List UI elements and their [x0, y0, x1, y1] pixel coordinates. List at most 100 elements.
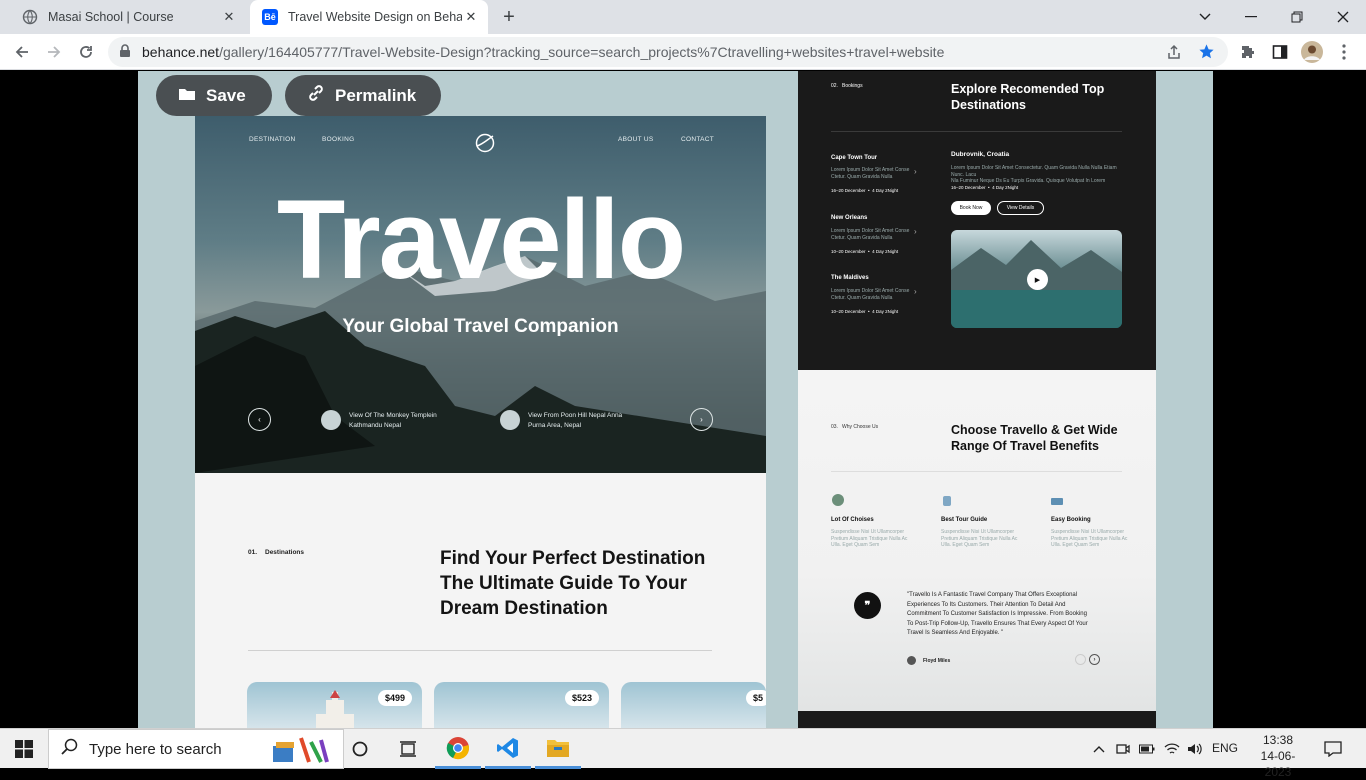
dates: 16–20 December: [831, 188, 866, 193]
desc-line: Ctetur. Quam Gravida Nulla: [831, 234, 893, 241]
back-icon[interactable]: [10, 40, 34, 64]
battery-icon[interactable]: [1138, 729, 1156, 769]
close-tab-icon[interactable]: ✕: [220, 9, 238, 25]
section-label: Bookings: [842, 83, 863, 89]
windows-taskbar: Type here to search ENG 13:38 14-06-2023: [0, 728, 1366, 779]
destination-card[interactable]: $499: [247, 682, 422, 728]
testimonial-quote: "Travello Is A Fantastic Travel Company …: [907, 592, 1088, 636]
view-details-button[interactable]: View Details: [997, 201, 1044, 215]
lock-icon[interactable]: [119, 44, 131, 63]
book-now-button[interactable]: Book Now: [951, 201, 991, 215]
dates: 16–20 December: [951, 185, 986, 190]
caption-thumbnail: [500, 410, 520, 430]
windows-start-icon[interactable]: [0, 729, 48, 769]
featured-desc: Lorem Ipsum Dolor Sit Amet Consectetur. …: [951, 165, 1123, 185]
benefits-section: 03. Why Choose Us Choose Travello & Get …: [798, 370, 1156, 711]
chevron-right-icon[interactable]: ›: [914, 167, 917, 176]
benefit-desc: Suspendisse Nisi Ut Ullamcorper Pretium A…: [831, 529, 907, 549]
chevron-right-icon[interactable]: ›: [914, 287, 917, 296]
tab-behance[interactable]: Bē Travel Website Design on Behanc ✕: [250, 0, 488, 34]
desc-line: Suspendisse Nisi Ut Ullamcorper: [1051, 529, 1125, 535]
hero-nav-destination[interactable]: DESTINATION: [249, 136, 296, 143]
caption-line: View From Poon Hill Nepal Anna: [528, 412, 623, 419]
hero-nav-contact[interactable]: CONTACT: [681, 136, 714, 143]
tab-strip: Masai School | Course ✕ Bē Travel Websit…: [0, 0, 1366, 34]
url-text: behance.net/gallery/164405777/Travel-Web…: [142, 44, 944, 60]
desc-line: Ulla. Eget Quam Sem: [831, 542, 880, 548]
desc-line: Lorem Ipsum Dolor Sit Amet Conse: [831, 228, 910, 234]
title-line: Find Your Perfect Destination: [440, 548, 706, 569]
task-view-icon[interactable]: [392, 729, 424, 769]
destination-card[interactable]: $5: [621, 682, 766, 728]
booking-item-name[interactable]: Cape Town Tour: [831, 155, 877, 161]
booking-ticket-icon: [1051, 494, 1063, 506]
chevron-up-icon[interactable]: [1090, 729, 1108, 769]
notifications-icon[interactable]: [1318, 729, 1348, 769]
prev-arrow-icon[interactable]: ‹: [248, 408, 271, 431]
close-tab-icon[interactable]: ✕: [462, 9, 480, 25]
price-badge: $5: [745, 690, 766, 706]
caption-line: Purna Area, Nepal: [528, 422, 582, 429]
chrome-taskbar-icon[interactable]: [435, 729, 481, 769]
volume-icon[interactable]: [1185, 729, 1205, 769]
play-icon[interactable]: ▶: [1027, 269, 1048, 290]
benefit-title: Lot Of Choises: [831, 517, 874, 523]
browser-toolbar: behance.net/gallery/164405777/Travel-Web…: [0, 34, 1366, 70]
cortana-icon[interactable]: [344, 729, 376, 769]
chevron-right-icon[interactable]: ›: [914, 227, 917, 236]
hero-nav-about[interactable]: ABOUT US: [618, 136, 654, 143]
permalink-button[interactable]: Permalink: [285, 75, 441, 116]
booking-item-name[interactable]: New Orleans: [831, 215, 867, 221]
forward-icon[interactable]: [42, 40, 66, 64]
lake-video-thumbnail[interactable]: ▶: [951, 230, 1122, 328]
tour-guide-icon: [941, 494, 953, 506]
language-indicator[interactable]: ENG: [1212, 741, 1238, 755]
minimize-icon[interactable]: [1228, 0, 1274, 34]
hero-nav-booking[interactable]: BOOKING: [322, 136, 354, 143]
menu-kebab-icon[interactable]: [1332, 40, 1356, 64]
new-tab-button[interactable]: +: [498, 6, 520, 28]
days: 4 Day 2Night: [992, 185, 1019, 190]
address-bar[interactable]: behance.net/gallery/164405777/Travel-Web…: [108, 37, 1228, 67]
close-window-icon[interactable]: [1320, 0, 1366, 34]
next-arrow-icon[interactable]: ›: [690, 408, 713, 431]
vscode-taskbar-icon[interactable]: [485, 729, 531, 769]
prev-arrow-icon[interactable]: [1075, 654, 1086, 665]
link-icon: [307, 84, 325, 107]
wifi-icon[interactable]: [1162, 729, 1182, 769]
tab-search-icon[interactable]: [1182, 0, 1228, 34]
url-domain: behance.net: [142, 44, 220, 60]
caption-line: View Of The Monkey Templein: [349, 412, 437, 419]
desc-line: Ulla. Eget Quam Sem: [1051, 542, 1100, 548]
reload-icon[interactable]: [74, 40, 98, 64]
profile-avatar[interactable]: [1300, 40, 1324, 64]
tab-masai-school[interactable]: Masai School | Course ✕: [10, 0, 246, 34]
hero-subtitle: Your Global Travel Companion: [342, 316, 619, 337]
bookmark-star-icon[interactable]: [1198, 43, 1215, 65]
price-badge: $523: [564, 690, 599, 706]
share-icon[interactable]: [1166, 44, 1182, 65]
booking-item-name[interactable]: The Maldives: [831, 275, 869, 281]
file-explorer-taskbar-icon[interactable]: [535, 729, 581, 769]
meet-now-icon[interactable]: [1114, 729, 1132, 769]
title-line: The Ultimate Guide To Your: [440, 573, 688, 594]
behance-project-view: Save Permalink DESTINATION BOOKING ABOUT…: [0, 71, 1366, 728]
next-arrow-icon[interactable]: ›: [1089, 654, 1100, 665]
extensions-icon[interactable]: [1236, 40, 1260, 64]
save-label: Save: [206, 85, 246, 105]
search-icon: [61, 738, 79, 760]
destinations-section: 01. Destinations Find Your Perfect Desti…: [195, 473, 766, 728]
desc-line: Lorem Ipsum Dolor Sit Amet Conse: [831, 288, 910, 294]
side-panel-icon[interactable]: [1268, 40, 1292, 64]
divider: [831, 471, 1122, 472]
desc-line: Ctetur. Quam Gravida Nulla: [831, 294, 893, 301]
dates: 10–20 December: [831, 249, 866, 254]
taskbar-search-box[interactable]: Type here to search: [48, 729, 344, 769]
tab-title: Masai School | Course: [48, 10, 174, 24]
destination-card[interactable]: $523: [434, 682, 609, 728]
clock[interactable]: 13:38 14-06-2023: [1248, 732, 1308, 780]
save-button[interactable]: Save: [156, 75, 272, 116]
days: 4 Day 2Night: [872, 188, 899, 193]
desc-line: Lorem Ipsum Dolor Sit Amet Conse: [831, 167, 910, 173]
restore-icon[interactable]: [1274, 0, 1320, 34]
